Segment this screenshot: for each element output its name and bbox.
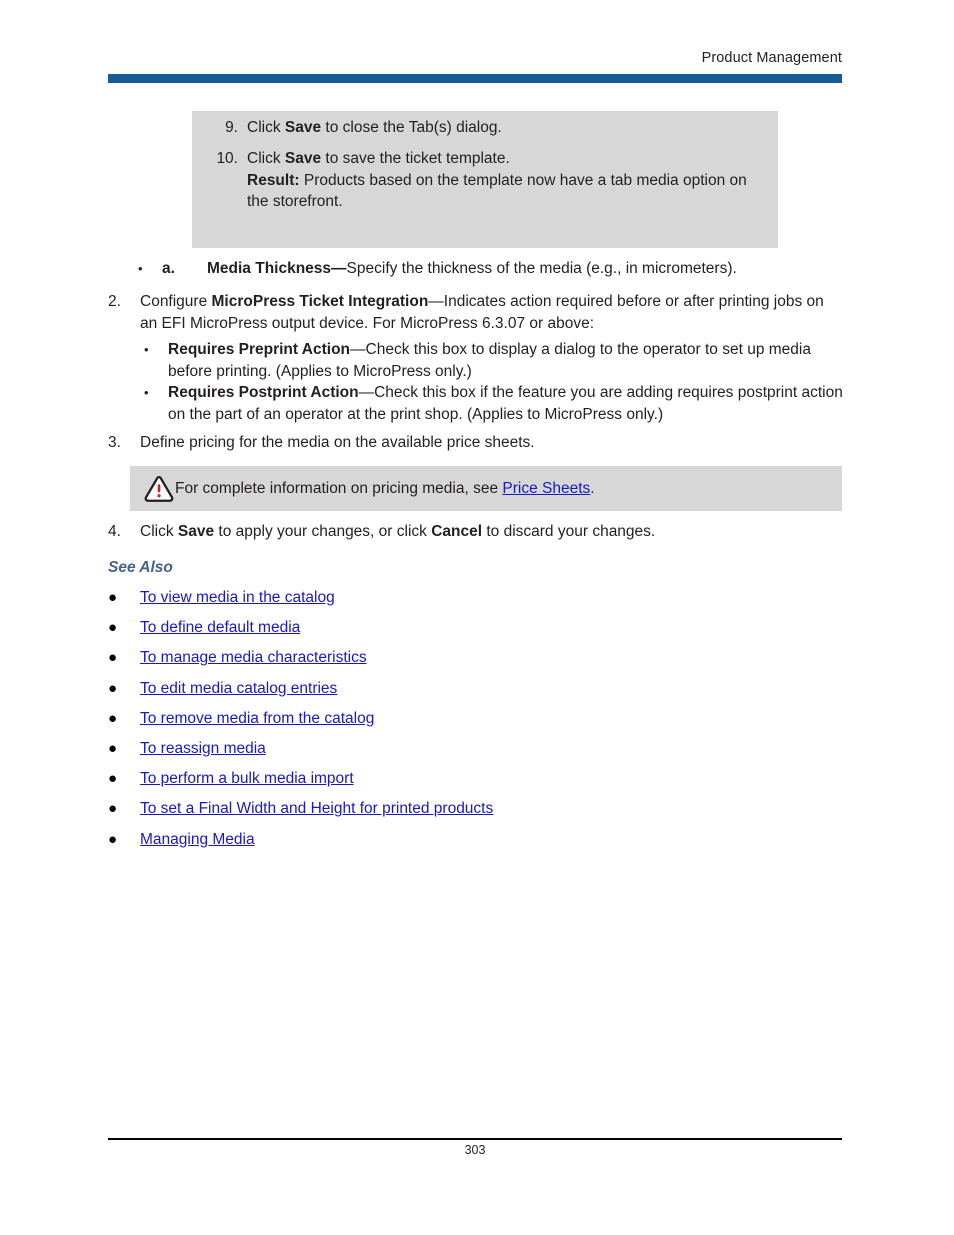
see-also-link[interactable]: To remove media from the catalog — [140, 708, 374, 729]
footer-rule — [108, 1138, 842, 1140]
bullet-glyph: • — [138, 261, 143, 276]
step-2-item: 2. Configure MicroPress Ticket Integrati… — [108, 291, 842, 334]
step-3-item: 3. Define pricing for the media on the a… — [108, 432, 842, 454]
list-item[interactable]: ● To set a Final Width and Height for pr… — [108, 798, 808, 828]
step-2-body: Configure MicroPress Ticket Integration—… — [140, 291, 842, 334]
step-4-text-before: Click — [140, 523, 178, 540]
requires-preprint-action-term: Requires Preprint Action — [168, 341, 351, 358]
see-also-heading: See Also — [108, 559, 173, 576]
see-also-link[interactable]: To set a Final Width and Height for prin… — [140, 798, 493, 819]
header-rule — [108, 74, 842, 83]
bullet-glyph: ● — [108, 589, 118, 606]
price-sheets-link[interactable]: Price Sheets — [502, 480, 590, 497]
step-2-number: 2. — [108, 293, 121, 310]
callout-step-9: 9. Click Save to close the Tab(s) dialog… — [210, 117, 770, 139]
step-2-text-before: Configure — [140, 293, 212, 310]
requires-postprint-action-body: Requires Postprint Action—Check this box… — [168, 382, 844, 425]
page-header: Product Management — [108, 48, 842, 68]
see-also-link[interactable]: To reassign media — [140, 738, 266, 759]
callout-step-10: 10. Click Save to save the ticket templa… — [210, 148, 770, 213]
warning-triangle-icon — [144, 476, 174, 502]
step9-text-after: to close the Tab(s) dialog. — [321, 119, 502, 136]
media-thickness-body: a. Media Thickness—Specify the thickness … — [162, 258, 838, 280]
steps-callout-box: 9. Click Save to close the Tab(s) dialog… — [192, 111, 778, 248]
step10-result-text: Products based on the template now have … — [247, 171, 747, 211]
callout-step-9-text: Click Save to close the Tab(s) dialog. — [247, 117, 770, 139]
see-also-link[interactable]: To edit media catalog entries — [140, 678, 337, 699]
step10-text-before: Click — [247, 150, 285, 167]
bullet-glyph: ● — [108, 619, 118, 637]
list-item[interactable]: ● To perform a bulk media import — [108, 768, 808, 798]
note-text-before: For complete information on pricing medi… — [175, 480, 503, 497]
see-also-link[interactable]: To perform a bulk media import — [140, 768, 354, 789]
callout-step-9-number: 9. — [225, 119, 238, 136]
see-also-link[interactable]: To manage media characteristics — [140, 647, 367, 668]
bullet-glyph: ● — [108, 830, 118, 848]
step-4-bold-save: Save — [177, 523, 215, 540]
note-callout-box: For complete information on pricing medi… — [130, 466, 842, 511]
note-text-after: . — [590, 480, 595, 497]
bullet-glyph: ● — [108, 739, 118, 757]
see-also-link-list: ● To view media in the catalog ● To defi… — [108, 587, 808, 859]
media-thickness-letter: a. — [162, 260, 175, 277]
requires-postprint-action-term: Requires Postprint Action — [168, 384, 359, 401]
step10-bold-save: Save — [284, 150, 322, 167]
bullet-glyph: • — [144, 342, 149, 357]
page-number: 303 — [464, 1143, 486, 1157]
list-item[interactable]: ● To reassign media — [108, 738, 808, 768]
list-item[interactable]: ● To define default media — [108, 617, 808, 647]
step-4-number: 4. — [108, 523, 121, 540]
see-also-link[interactable]: To define default media — [140, 617, 300, 638]
bullet-glyph: ● — [108, 800, 118, 818]
note-text: For complete information on pricing medi… — [175, 478, 595, 499]
list-item[interactable]: ● To remove media from the catalog — [108, 708, 808, 738]
note-inner: For complete information on pricing medi… — [144, 475, 595, 502]
see-also-link[interactable]: To view media in the catalog — [140, 587, 335, 608]
header-title: Product Management — [701, 50, 842, 66]
step10-result-label: Result: — [247, 171, 300, 189]
step10-text-after: to save the ticket template. — [321, 150, 510, 167]
list-item[interactable]: ● To manage media characteristics — [108, 647, 808, 677]
step-3-text: Define pricing for the media on the avai… — [140, 434, 535, 451]
callout-step-10-text: Click Save to save the ticket template. R… — [247, 148, 770, 213]
bullet-glyph: ● — [108, 679, 118, 697]
media-thickness-term: Media Thickness— — [207, 260, 347, 277]
step-4-bold-cancel: Cancel — [431, 523, 483, 540]
step-4-text-middle: to apply your changes, or click — [214, 523, 432, 540]
bullet-glyph: ● — [108, 709, 118, 727]
bullet-glyph: • — [144, 385, 149, 400]
document-page: Product Management 9. Click Save to clos… — [0, 0, 954, 1235]
requires-preprint-action-item: • Requires Preprint Action—Check this bo… — [144, 339, 844, 382]
media-thickness-bullet-item: • a. Media Thickness—Specify the thicknes… — [138, 258, 838, 280]
requires-postprint-action-item: • Requires Postprint Action—Check this b… — [144, 382, 844, 425]
requires-preprint-action-body: Requires Preprint Action—Check this box … — [168, 339, 844, 382]
step-4-text-after: to discard your changes. — [482, 523, 656, 540]
callout-step-10-number: 10. — [216, 150, 238, 167]
bullet-glyph: ● — [108, 770, 118, 788]
step9-text-before: Click — [247, 119, 285, 136]
step-2-term: MicroPress Ticket Integration — [211, 293, 429, 310]
list-item[interactable]: ● To edit media catalog entries — [108, 678, 808, 708]
list-item[interactable]: ● To view media in the catalog — [108, 587, 808, 617]
bullet-glyph: ● — [108, 649, 118, 667]
step9-bold-save: Save — [284, 119, 322, 136]
list-item[interactable]: ● Managing Media — [108, 829, 808, 859]
step-4-body: Click Save to apply your changes, or cli… — [140, 521, 842, 543]
step-4-item: 4. Click Save to apply your changes, or … — [108, 521, 842, 543]
step-3-number: 3. — [108, 434, 121, 451]
see-also-link[interactable]: Managing Media — [140, 829, 255, 850]
media-thickness-text: Specify the thickness of the media (e.g.… — [346, 260, 737, 277]
